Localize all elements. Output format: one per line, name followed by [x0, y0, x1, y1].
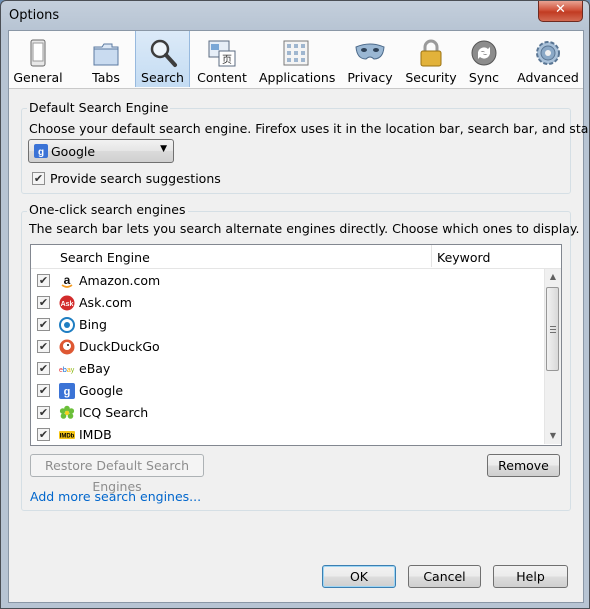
- restore-defaults-button[interactable]: Restore Default Search Engines: [30, 454, 204, 494]
- engine-checkbox[interactable]: ✔: [37, 384, 50, 397]
- search-suggestions-label[interactable]: Provide search suggestions: [50, 171, 221, 186]
- svg-text:g: g: [64, 386, 71, 398]
- engine-checkbox[interactable]: ✔: [37, 274, 50, 287]
- tab-general[interactable]: General: [9, 31, 67, 87]
- engine-checkbox[interactable]: ✔: [37, 428, 50, 441]
- engine-checkbox[interactable]: ✔: [37, 318, 50, 331]
- svg-text:a: a: [64, 273, 71, 287]
- duckduckgo-icon: [59, 339, 75, 355]
- tab-advanced[interactable]: Advanced: [517, 31, 579, 87]
- tabs-icon: [93, 43, 119, 66]
- remove-button[interactable]: Remove: [487, 454, 560, 477]
- cancel-button[interactable]: Cancel: [408, 565, 481, 588]
- category-toolbar: General Tabs Search 页 Content Applicatio…: [9, 31, 583, 89]
- engine-checkbox[interactable]: ✔: [37, 406, 50, 419]
- column-header-search-engine[interactable]: Search Engine: [60, 250, 150, 265]
- google-icon: g: [34, 144, 48, 158]
- help-button[interactable]: Help: [493, 565, 568, 588]
- list-scrollbar[interactable]: ▲ ▼: [544, 269, 561, 444]
- scrollbar-thumb[interactable]: [546, 287, 559, 371]
- ebay-icon: ebay: [59, 367, 75, 374]
- tab-tabs[interactable]: Tabs: [79, 31, 133, 87]
- amazon-icon: a: [61, 273, 73, 288]
- list-item[interactable]: ✔ IMDb IMDB: [31, 424, 545, 445]
- privacy-icon: [355, 43, 385, 60]
- svg-text:g: g: [38, 147, 44, 158]
- chevron-down-icon: ▼: [160, 144, 167, 154]
- options-window: Options ✕ General Tabs Search 页 Content …: [0, 0, 590, 609]
- search-suggestions-checkbox[interactable]: ✔: [32, 172, 45, 185]
- bing-icon: [59, 317, 75, 333]
- tab-security[interactable]: Security: [401, 31, 461, 87]
- engine-checkbox[interactable]: ✔: [37, 362, 50, 375]
- default-engine-select[interactable]: g Google ▼: [28, 139, 174, 163]
- list-item[interactable]: ✔ Bing: [31, 314, 545, 336]
- tab-search[interactable]: Search: [135, 31, 190, 87]
- list-item[interactable]: ✔ a Amazon.com: [31, 270, 545, 292]
- icq-icon: [59, 405, 75, 419]
- default-engine-description: Choose your default search engine. Firef…: [29, 121, 590, 136]
- imdb-icon: IMDb: [59, 431, 75, 440]
- applications-icon: [283, 40, 309, 66]
- svg-text:Ask: Ask: [61, 301, 74, 308]
- search-engine-list[interactable]: Search Engine Keyword ✔ a Amazon.com ✔ A…: [30, 244, 562, 446]
- svg-text:ebay: ebay: [59, 367, 75, 374]
- list-header: Search Engine Keyword: [31, 245, 561, 269]
- general-icon: [30, 39, 46, 67]
- ok-button[interactable]: OK: [322, 565, 396, 588]
- window-title: Options: [9, 8, 60, 23]
- tab-content[interactable]: 页 Content: [194, 31, 250, 87]
- title-bar[interactable]: Options ✕: [1, 1, 589, 31]
- sync-icon: [471, 40, 497, 66]
- tab-applications[interactable]: Applications: [259, 31, 335, 87]
- close-button[interactable]: ✕: [538, 1, 583, 22]
- add-more-engines-link[interactable]: Add more search engines...: [30, 489, 201, 504]
- column-header-keyword[interactable]: Keyword: [437, 250, 490, 265]
- engine-checkbox[interactable]: ✔: [37, 340, 50, 353]
- advanced-icon: [536, 41, 560, 65]
- security-icon: [420, 39, 442, 67]
- column-divider[interactable]: [431, 245, 432, 267]
- svg-text:页: 页: [222, 54, 232, 66]
- one-click-engines-title: One-click search engines: [27, 202, 188, 217]
- engine-checkbox[interactable]: ✔: [37, 296, 50, 309]
- tab-privacy[interactable]: Privacy: [342, 31, 398, 87]
- list-item[interactable]: ✔ DuckDuckGo: [31, 336, 545, 358]
- ask-icon: Ask: [59, 295, 75, 311]
- google-icon: g: [59, 383, 75, 399]
- content-icon: 页: [208, 40, 236, 67]
- search-icon: [150, 39, 177, 67]
- one-click-description: The search bar lets you search alternate…: [29, 221, 580, 236]
- list-item[interactable]: ✔ g Google: [31, 380, 545, 402]
- list-item[interactable]: ✔ ebay eBay: [31, 358, 545, 380]
- list-item[interactable]: ✔ ICQ Search: [31, 402, 545, 424]
- list-item[interactable]: ✔ Ask Ask.com: [31, 292, 545, 314]
- default-search-engine-title: Default Search Engine: [27, 100, 171, 115]
- svg-text:IMDb: IMDb: [60, 434, 75, 440]
- scroll-down-icon[interactable]: ▼: [545, 428, 561, 444]
- scroll-up-icon[interactable]: ▲: [545, 269, 561, 285]
- dialog-content: General Tabs Search 页 Content Applicatio…: [8, 30, 589, 603]
- tab-sync[interactable]: Sync: [462, 31, 506, 87]
